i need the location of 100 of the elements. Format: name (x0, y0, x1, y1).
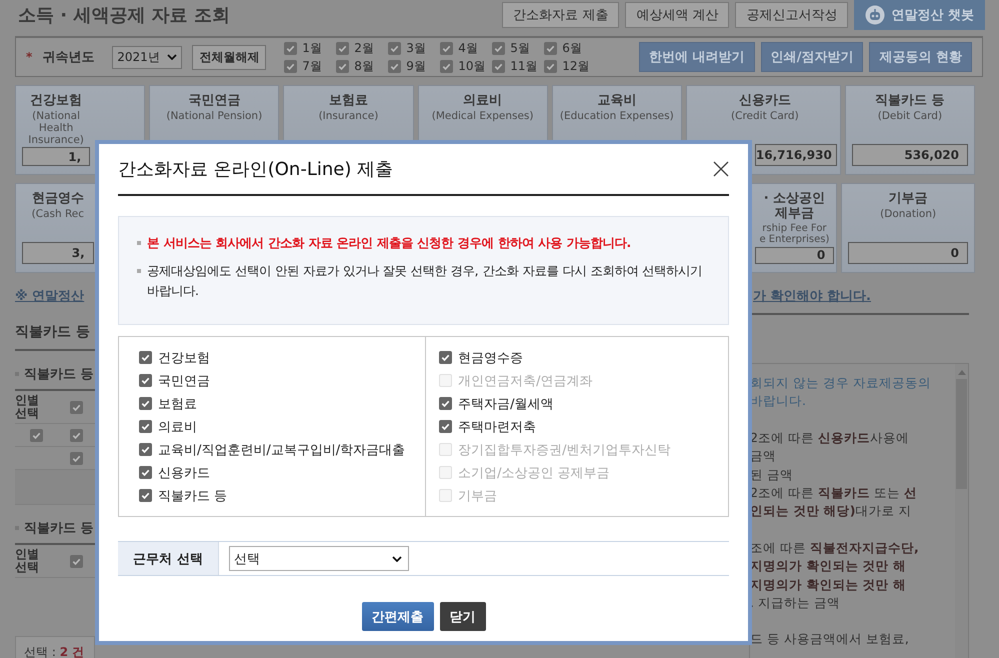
card-title: 교육비 (597, 94, 636, 109)
checkbox[interactable] (439, 420, 452, 433)
month-label: 8월 (354, 58, 374, 74)
clear-months-button[interactable]: 전체월해제 (192, 44, 266, 70)
checkbox-label: 교육비/직업훈련비/교복구입비/학자금대출 (158, 442, 406, 458)
checkbox-label: 개인연금저축/연금계좌 (458, 372, 593, 390)
checkbox-label: 직불카드 등 (158, 488, 228, 504)
amount-field: 16,716,930 (754, 144, 837, 166)
checkbox[interactable] (139, 420, 152, 433)
action-button[interactable]: 한번에 내려받기 (639, 42, 755, 72)
checkbox-label: 기부금 (458, 488, 498, 504)
action-button[interactable]: 제공동의 현황 (869, 42, 972, 72)
checkbox[interactable] (70, 400, 82, 414)
month-label: 2월 (354, 40, 374, 56)
checkbox[interactable] (284, 42, 298, 54)
card-subtitle: (Donation) (880, 208, 936, 220)
checkbox[interactable] (139, 351, 152, 364)
checkbox[interactable] (70, 452, 82, 464)
guide-text: 금액 (750, 447, 777, 466)
checkbox[interactable] (388, 60, 402, 72)
month-label: 3월 (406, 40, 426, 56)
guide-text: 2조에 따른 직불카드 또는 선 (750, 484, 918, 502)
group-title: 직불카드 등 (24, 520, 94, 537)
checkbox[interactable] (30, 428, 42, 442)
checkbox[interactable] (139, 397, 152, 410)
month-label: 6월 (562, 40, 582, 56)
checkbox[interactable] (139, 489, 152, 502)
checkbox[interactable] (492, 42, 506, 54)
card-title: 건강보험 (30, 94, 82, 109)
card-subtitle: (Medical Expenses) (432, 110, 534, 122)
month-label: 10월 (458, 58, 486, 74)
card-subtitle: (Insurance) (318, 110, 378, 122)
group-title: 직불카드 등 (24, 366, 94, 383)
month-label: 5월 (510, 40, 530, 56)
checkbox-label: 주택마련저축 (458, 418, 536, 436)
checkbox-label: 현금영수증 (458, 350, 524, 366)
summary-card[interactable]: 기부금 (Donation) 0 (841, 183, 975, 273)
checkbox[interactable] (544, 42, 558, 54)
checkbox[interactable] (70, 554, 82, 568)
amount-field: 0 (848, 242, 968, 264)
card-title: 보험료 (328, 94, 368, 109)
card-subtitle: (Credit Card) (731, 110, 799, 122)
checkbox[interactable] (139, 466, 152, 479)
month-label: 9월 (406, 58, 426, 74)
checkbox-label: 장기집합투자증권/벤처기업투자신탁 (458, 442, 671, 458)
checkbox[interactable] (388, 42, 402, 54)
toolbar-button[interactable]: 공제신고서작성 (735, 2, 848, 28)
checkbox-label: 신용카드 (158, 464, 210, 482)
toolbar-button[interactable]: 간소화자료 제출 (502, 2, 620, 28)
guide-text: 2조에 따른 신용카드사용에 (750, 428, 910, 447)
month-label: 4월 (458, 40, 478, 56)
checkbox[interactable] (440, 60, 454, 72)
guide-text: 지명의가 확인되는 것만 해 (750, 576, 908, 594)
checkbox[interactable] (439, 397, 452, 410)
toolbar-button[interactable]: 연말정산 챗봇 (854, 0, 985, 30)
summary-card[interactable]: 직불카드 등 (Debit Card) 536,020 (844, 85, 975, 175)
checkbox[interactable] (439, 351, 452, 364)
card-title: 직불카드 등 (875, 94, 945, 109)
year-select[interactable]: 2021년 (112, 46, 182, 68)
month-label: 11월 (510, 58, 538, 74)
bullet-icon (137, 241, 141, 245)
amount-field: 0 (754, 246, 834, 264)
chevron-down-icon (167, 54, 178, 60)
notice-text: 공제대상임에도 선택이 안된 자료가 있거나 잘못 선택한 경우, 간소화 자료를 다시 조회하여 선택하시기 바랍니다. (147, 262, 704, 300)
column-header: 인별 선택 (15, 545, 57, 578)
card-title: · 소상공인 제부금 (764, 192, 826, 222)
checkbox[interactable] (544, 60, 558, 72)
notice-text: 본 서비스는 회사에서 간소화 자료 온라인 제출을 신청한 경우에 한하여 사용 가능합니다. (147, 234, 632, 252)
amount-field: 3, (22, 242, 94, 264)
toolbar-button[interactable]: 예상세액 계산 (625, 2, 730, 28)
checkbox[interactable] (440, 42, 454, 54)
checkbox[interactable] (139, 443, 152, 456)
workplace-select[interactable]: 선택 (229, 546, 409, 571)
checkbox[interactable] (139, 374, 152, 387)
checkbox[interactable] (336, 60, 350, 72)
card-title: 신용카드 (738, 94, 791, 109)
checkbox[interactable] (70, 428, 82, 442)
checkbox[interactable] (284, 60, 298, 72)
dialog-button[interactable]: 간편제출 (362, 602, 434, 631)
required-mark: * (26, 50, 32, 64)
close-icon[interactable] (713, 161, 729, 177)
checkbox-label: 주택자금/월세액 (458, 396, 554, 412)
dialog-button[interactable]: 닫기 (440, 602, 486, 631)
card-subtitle: rship Fee For e Enterprises) (759, 222, 830, 246)
scroll-up-icon[interactable] (958, 370, 966, 375)
card-title: 의료비 (463, 94, 502, 109)
checkbox-label: 소기업/소상공인 공제부금 (458, 464, 610, 482)
checkbox-label: 보험료 (158, 396, 197, 412)
checkbox-label: 건강보험 (158, 350, 210, 366)
month-label: 7월 (302, 58, 322, 74)
checkbox[interactable] (336, 42, 350, 54)
selection-summary: 선택 : 2 건 (15, 636, 95, 658)
checkbox[interactable] (492, 60, 506, 72)
scrollbar[interactable] (955, 364, 968, 658)
card-subtitle: (Education Expenses) (560, 110, 674, 122)
action-button[interactable]: 인쇄/점자받기 (760, 42, 864, 72)
month-label: 1월 (302, 40, 322, 56)
robot-icon (865, 5, 886, 25)
guide-text: 지명의가 확인되는 것만 해 (750, 557, 908, 576)
guide-text: 회되지 않는 경우 자료제공동의 (750, 374, 932, 392)
